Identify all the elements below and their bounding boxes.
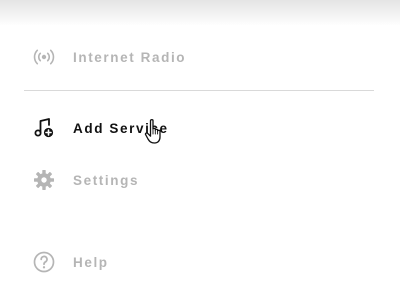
music-note-add-icon: [32, 116, 56, 140]
hand-pointer-cursor-icon: [144, 119, 161, 144]
menu-item-label: Settings: [73, 172, 140, 188]
radio-broadcast-icon: [32, 45, 56, 69]
menu-item-settings[interactable]: Settings: [24, 160, 364, 200]
question-icon: [32, 250, 56, 274]
menu-item-label: Help: [73, 254, 109, 270]
menu-item-label: Internet Radio: [73, 49, 187, 65]
gear-icon: [32, 168, 56, 192]
side-menu: Internet Radio Add Service Settings Help: [0, 0, 400, 273]
menu-item-help[interactable]: Help: [24, 242, 364, 282]
menu-item-internet-radio[interactable]: Internet Radio: [24, 37, 364, 77]
menu-item-add-service[interactable]: Add Service: [24, 108, 364, 148]
menu-divider: [24, 90, 374, 91]
